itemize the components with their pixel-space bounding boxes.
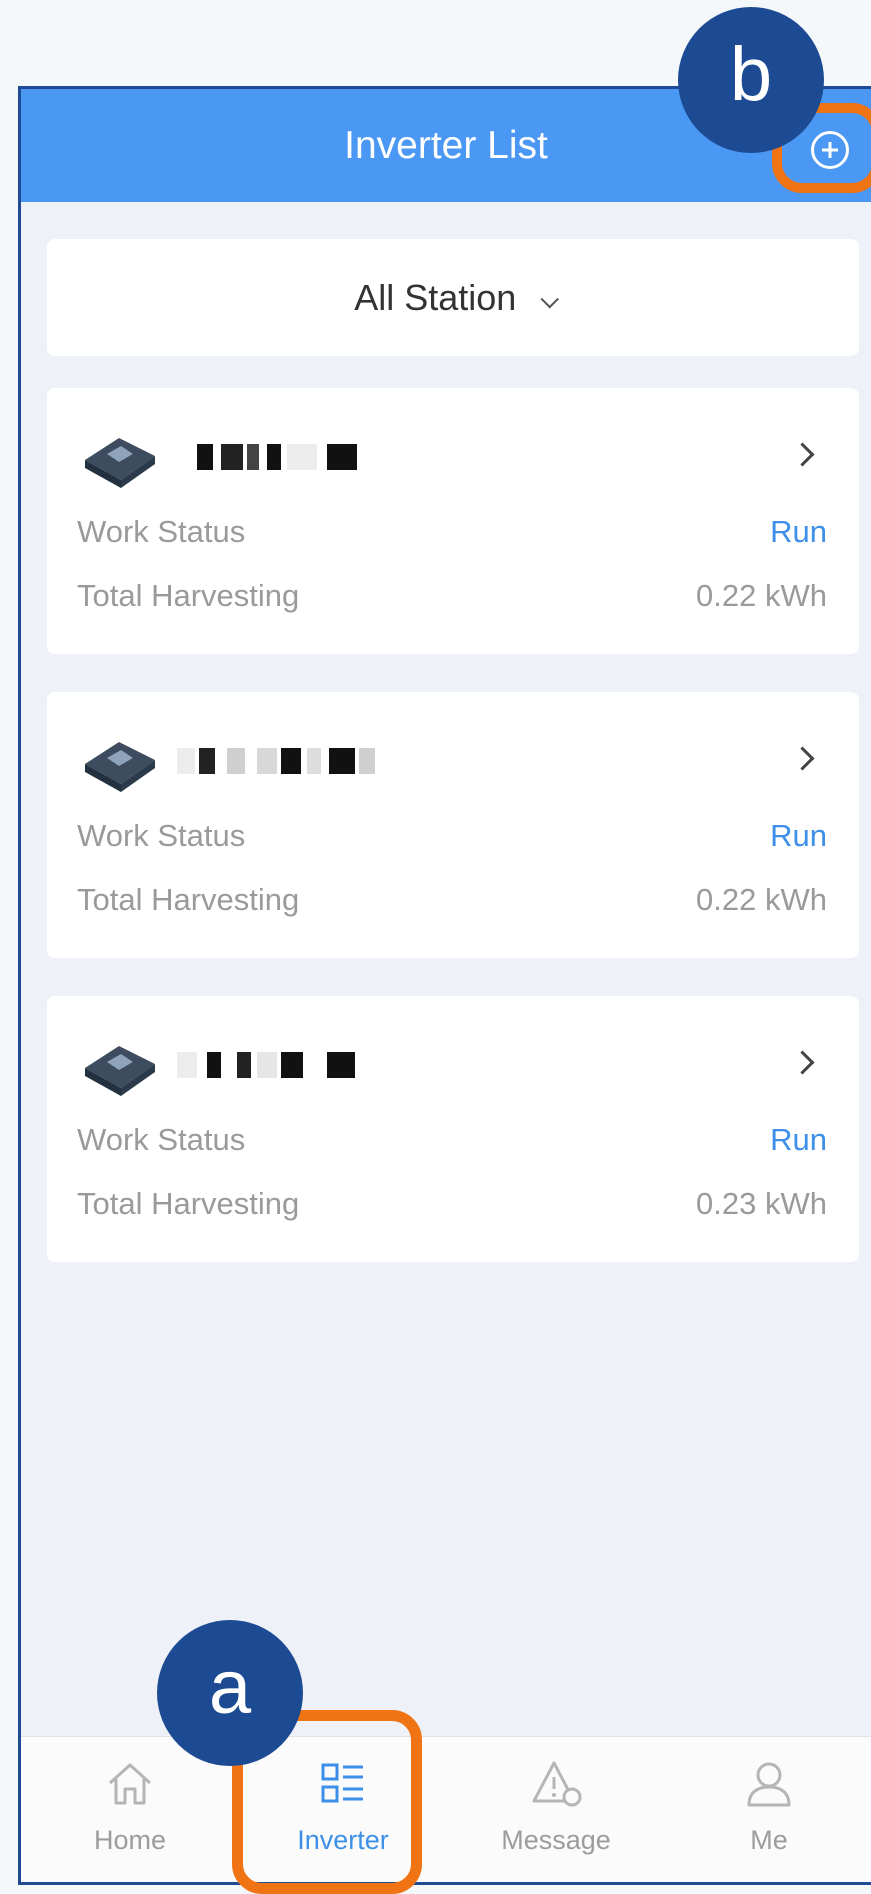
user-icon bbox=[747, 1762, 791, 1807]
work-status-value: Run bbox=[770, 1122, 827, 1157]
work-status-value: Run bbox=[770, 818, 827, 853]
total-harvesting-value: 0.22 kWh bbox=[696, 578, 827, 613]
station-filter-dropdown[interactable]: All Station bbox=[47, 239, 859, 356]
inverter-device-icon bbox=[85, 438, 155, 488]
total-harvesting-value: 0.22 kWh bbox=[696, 882, 827, 917]
chevron-down-icon bbox=[540, 290, 559, 309]
inverter-name-redacted bbox=[177, 748, 447, 774]
chevron-right-icon bbox=[790, 442, 815, 467]
tab-home[interactable]: Home bbox=[50, 1737, 210, 1882]
work-status-label: Work Status bbox=[77, 818, 246, 853]
chevron-right-icon bbox=[790, 1050, 815, 1075]
annotation-badge-b: b bbox=[678, 7, 824, 153]
inverter-card[interactable]: Work Status Run Total Harvesting 0.22 kW… bbox=[47, 388, 859, 654]
chevron-right-icon bbox=[790, 746, 815, 771]
inverter-device-icon bbox=[85, 742, 155, 792]
tab-home-label: Home bbox=[93, 1825, 167, 1855]
tab-message-label: Message bbox=[501, 1825, 611, 1855]
total-harvesting-label: Total Harvesting bbox=[77, 578, 300, 613]
inverter-device-icon bbox=[85, 1046, 155, 1096]
tab-message[interactable]: Message bbox=[476, 1737, 636, 1882]
work-status-label: Work Status bbox=[77, 1122, 246, 1157]
total-harvesting-value: 0.23 kWh bbox=[696, 1186, 827, 1221]
inverter-card[interactable]: Work Status Run Total Harvesting 0.22 kW… bbox=[47, 692, 859, 958]
total-harvesting-label: Total Harvesting bbox=[77, 1186, 300, 1221]
tab-me[interactable]: Me bbox=[689, 1737, 849, 1882]
inverter-card[interactable]: Work Status Run Total Harvesting 0.23 kW… bbox=[47, 996, 859, 1262]
inverter-name-redacted bbox=[177, 1052, 447, 1078]
total-harvesting-label: Total Harvesting bbox=[77, 882, 300, 917]
bottom-tab-bar: Home Inverter Message Me bbox=[21, 1736, 871, 1882]
phone-screen: Inverter List All Station Work Status Ru… bbox=[18, 86, 871, 1885]
tab-me-label: Me bbox=[750, 1825, 788, 1855]
home-icon bbox=[108, 1763, 152, 1805]
station-filter-label: All Station bbox=[354, 277, 517, 318]
annotation-badge-a: a bbox=[157, 1620, 303, 1766]
work-status-value: Run bbox=[770, 514, 827, 549]
alert-icon bbox=[532, 1761, 582, 1807]
work-status-label: Work Status bbox=[77, 514, 246, 549]
inverter-name-redacted bbox=[177, 444, 447, 470]
